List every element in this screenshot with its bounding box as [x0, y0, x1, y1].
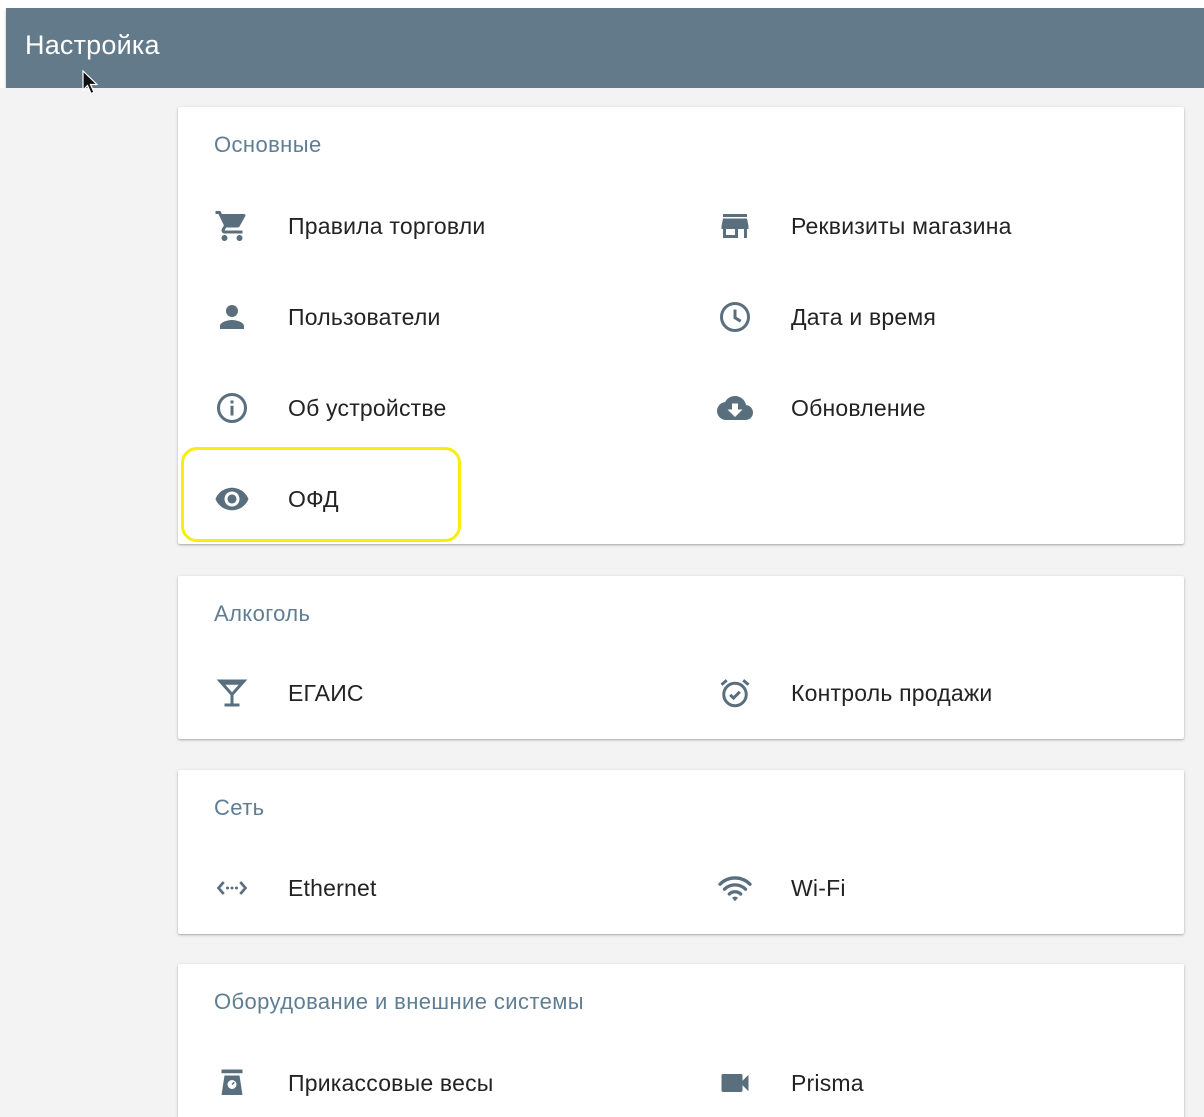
settings-item-trade-rules[interactable]: Правила торговли — [178, 196, 658, 256]
settings-item-label: Prisma — [791, 1070, 864, 1096]
settings-item-label: ОФД — [288, 486, 339, 512]
mouse-cursor-icon — [82, 70, 98, 95]
settings-item-label: Ethernet — [288, 875, 377, 901]
settings-item-label: Обновление — [791, 395, 926, 421]
settings-item-update[interactable]: Обновление — [681, 378, 1161, 438]
settings-item-about-device[interactable]: Об устройстве — [178, 378, 658, 438]
store-icon — [717, 208, 753, 244]
cloud-download-icon — [717, 390, 753, 426]
info-icon — [214, 390, 250, 426]
settings-item-date-time[interactable]: Дата и время — [681, 287, 1161, 347]
glass-icon — [214, 675, 250, 711]
section-hardware-title: Оборудование и внешние системы — [214, 989, 584, 1014]
person-icon — [214, 299, 250, 335]
ethernet-icon — [214, 870, 250, 906]
settings-item-label: Дата и время — [791, 304, 937, 330]
section-alcohol-card: Алкоголь ЕГАИС Контроль продажи — [178, 576, 1184, 739]
settings-item-users[interactable]: Пользователи — [178, 287, 658, 347]
settings-item-label: ЕГАИС — [288, 680, 364, 706]
settings-item-scales[interactable]: Прикассовые весы — [178, 1053, 658, 1113]
settings-item-wifi[interactable]: Wi-Fi — [681, 858, 1161, 918]
settings-item-label: Wi-Fi — [791, 875, 846, 901]
page-title: Настройка — [25, 30, 160, 60]
settings-item-label: Прикассовые весы — [288, 1070, 494, 1096]
settings-item-sale-control[interactable]: Контроль продажи — [681, 663, 1161, 723]
settings-item-ethernet[interactable]: Ethernet — [178, 858, 658, 918]
settings-item-label: Об устройстве — [288, 395, 447, 421]
settings-item-label: Реквизиты магазина — [791, 213, 1012, 239]
settings-item-label: Контроль продажи — [791, 680, 993, 706]
scale-icon — [214, 1065, 250, 1101]
settings-screen: Настройка Основные Правила торговли Рекв… — [0, 0, 1204, 1117]
section-alcohol-title: Алкоголь — [214, 601, 311, 626]
settings-item-label: Правила торговли — [288, 213, 486, 239]
app-bar: Настройка — [6, 8, 1204, 88]
section-main-title: Основные — [214, 132, 322, 157]
section-hardware-card: Оборудование и внешние системы Прикассов… — [178, 964, 1184, 1117]
section-network-card: Сеть Ethernet Wi-Fi — [178, 770, 1184, 934]
cart-icon — [214, 208, 250, 244]
settings-item-egais[interactable]: ЕГАИС — [178, 663, 658, 723]
section-main-card: Основные Правила торговли Реквизиты мага… — [178, 107, 1184, 544]
settings-item-label: Пользователи — [288, 304, 441, 330]
alarm-icon — [717, 675, 753, 711]
eye-icon — [214, 481, 250, 517]
videocam-icon — [717, 1065, 753, 1101]
settings-content[interactable]: Основные Правила торговли Реквизиты мага… — [0, 88, 1204, 1117]
wifi-icon — [717, 870, 753, 906]
settings-item-store-details[interactable]: Реквизиты магазина — [681, 196, 1161, 256]
section-network-title: Сеть — [214, 795, 265, 820]
settings-item-prisma[interactable]: Prisma — [681, 1053, 1161, 1113]
settings-item-ofd[interactable]: ОФД — [178, 469, 658, 529]
clock-icon — [717, 299, 753, 335]
